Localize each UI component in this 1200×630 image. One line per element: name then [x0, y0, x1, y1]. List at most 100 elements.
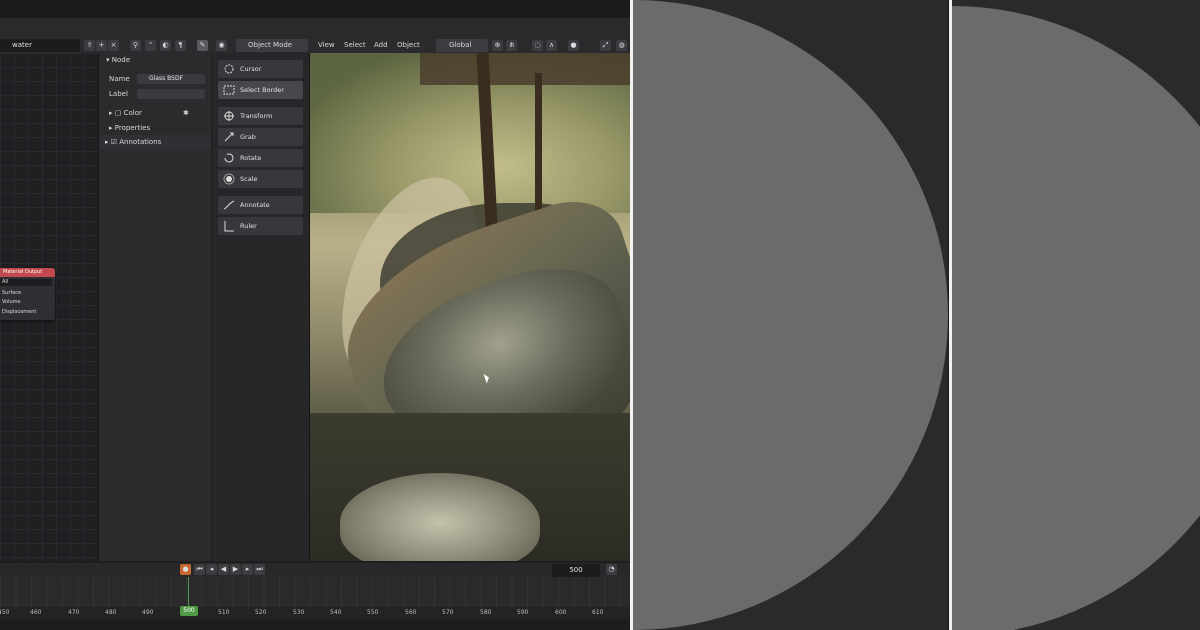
color-toggle[interactable]: ▸ ▢ Color [109, 109, 142, 117]
add-icon[interactable]: + [96, 40, 107, 51]
tool-label: Annotate [240, 201, 270, 209]
tool-ruler[interactable]: Ruler [218, 217, 303, 235]
header-strip [0, 18, 630, 38]
falloff-icon[interactable]: ∧ [546, 40, 557, 51]
snap-icon[interactable]: ⚲ [130, 40, 141, 51]
timeline-ruler[interactable]: 450 460 470 480 490 510 520 530 540 550 … [0, 607, 630, 619]
parent-icon[interactable]: ⌃ [145, 40, 156, 51]
timeline-tick: 550 [367, 609, 379, 616]
search-value: water [12, 41, 32, 49]
close-icon[interactable]: × [108, 40, 119, 51]
node-socket-displacement[interactable]: Displacement [0, 307, 55, 318]
tool-label: Transform [240, 112, 273, 120]
tool-annotate[interactable]: Annotate [218, 196, 303, 214]
label-label: Label [109, 90, 128, 98]
tool-rotate[interactable]: Rotate [218, 149, 303, 167]
clock-icon[interactable]: ◔ [606, 564, 617, 575]
prev-key-icon[interactable]: ◂ [206, 564, 217, 575]
tool-label: Select Border [240, 86, 284, 94]
pivot-icon[interactable]: ⊕ [492, 40, 503, 51]
scale-icon [223, 173, 235, 185]
menu-add[interactable]: Add [374, 39, 388, 52]
jump-start-icon[interactable]: ⏮ [194, 564, 205, 575]
playhead-line [188, 577, 189, 607]
timeline-tick: 520 [255, 609, 267, 616]
node-section-toggle[interactable]: ▾ Node [106, 56, 130, 64]
current-frame-value: 500 [569, 566, 583, 574]
next-key-icon[interactable]: ▸ [242, 564, 253, 575]
pin-icon[interactable]: ⇪ [84, 40, 95, 51]
material-output-node[interactable]: Material Output All Surface Volume Displ… [0, 268, 55, 320]
timeline-tick: 460 [30, 609, 42, 616]
jump-end-icon[interactable]: ⏭ [254, 564, 265, 575]
annotations-toggle[interactable]: ▸ ☑ Annotations [105, 138, 161, 146]
color-label: Color [123, 109, 142, 117]
timeline-tick: 600 [555, 609, 567, 616]
ruler-icon [224, 221, 234, 232]
record-icon[interactable]: ● [180, 564, 191, 575]
name-label: Name [109, 75, 130, 83]
orientation-dropdown[interactable]: Global [436, 39, 488, 52]
cursor-icon [224, 64, 234, 74]
snap-toggle-icon[interactable]: ⋔ [506, 40, 517, 51]
editor-type-icon[interactable]: ◉ [216, 40, 227, 51]
annotations-header[interactable]: ▸ ☑ Annotations [99, 135, 211, 149]
timeline-tick: 480 [105, 609, 117, 616]
proportional-icon[interactable]: ◌ [532, 40, 543, 51]
timeline-tick: 610 [592, 609, 604, 616]
mode-dropdown[interactable]: Object Mode [236, 39, 308, 52]
timeline-tick: 560 [405, 609, 417, 616]
tool-transform[interactable]: Transform [218, 107, 303, 125]
tool-label: Grab [240, 133, 256, 141]
tool-label: Cursor [240, 65, 262, 73]
color-settings-icon[interactable]: ✱ [183, 109, 189, 117]
paragraph-icon[interactable]: ¶ [175, 40, 186, 51]
orientation-label: Global [449, 41, 472, 49]
node-socket-volume[interactable]: Volume [0, 298, 55, 307]
status-bar [0, 619, 630, 630]
overlays-icon[interactable]: ◍ [616, 40, 627, 51]
tool-cursor[interactable]: Cursor [218, 60, 303, 78]
blender-window: water ⇪ + × ⚲ ⌃ ◐ ¶ ✎ ◉ Object Mode View… [0, 0, 630, 630]
timeline-tick: 570 [442, 609, 454, 616]
overlay-icon[interactable]: ◐ [160, 40, 171, 51]
tool-grab[interactable]: Grab [218, 128, 303, 146]
play-reverse-icon[interactable]: ◀ [218, 564, 229, 575]
preview-panel-right [952, 0, 1200, 630]
current-frame-marker[interactable]: 500 [180, 606, 198, 616]
3d-viewport[interactable] [310, 53, 630, 561]
node-editor[interactable]: Material Output All Surface Volume Displ… [0, 53, 98, 561]
node-target-select[interactable]: All [0, 279, 52, 286]
menu-object[interactable]: Object [397, 39, 420, 52]
properties-toggle[interactable]: ▸ Properties [109, 124, 150, 132]
visibility-icon[interactable]: ● [568, 40, 579, 51]
preview-panel-left [633, 0, 948, 630]
mode-label: Object Mode [248, 41, 293, 49]
name-value: Glass BSDF [149, 75, 184, 82]
tool-label: Scale [240, 175, 258, 183]
timeline-tick: 490 [142, 609, 154, 616]
viewport-pole [535, 73, 542, 223]
node-socket-surface[interactable]: Surface [0, 288, 55, 298]
transform-icon [224, 111, 234, 121]
annotate-icon [223, 200, 235, 210]
menu-view[interactable]: View [318, 39, 335, 52]
play-icon[interactable]: ▶ [230, 564, 241, 575]
gizmo-icon[interactable]: ⤢ [600, 40, 611, 51]
label-field[interactable] [137, 89, 205, 99]
editor-header: water ⇪ + × ⚲ ⌃ ◐ ¶ ✎ ◉ Object Mode View… [0, 38, 630, 53]
annotations-label: Annotations [119, 138, 162, 146]
timeline-tick: 470 [68, 609, 80, 616]
node-section-label: Node [111, 56, 131, 64]
tool-scale[interactable]: Scale [218, 170, 303, 188]
tool-shelf: Cursor Select Border Transform Grab Rota… [212, 53, 310, 561]
menu-select[interactable]: Select [344, 39, 366, 52]
wrench-icon[interactable]: ✎ [197, 40, 208, 51]
search-input[interactable]: water [0, 39, 80, 52]
current-frame-field[interactable]: 500 [552, 564, 600, 577]
grey-disc [952, 6, 1200, 630]
tool-label: Rotate [240, 154, 262, 162]
tool-select-border[interactable]: Select Border [218, 81, 303, 99]
timeline-track[interactable] [0, 577, 630, 607]
name-field[interactable]: Glass BSDF [137, 74, 205, 84]
